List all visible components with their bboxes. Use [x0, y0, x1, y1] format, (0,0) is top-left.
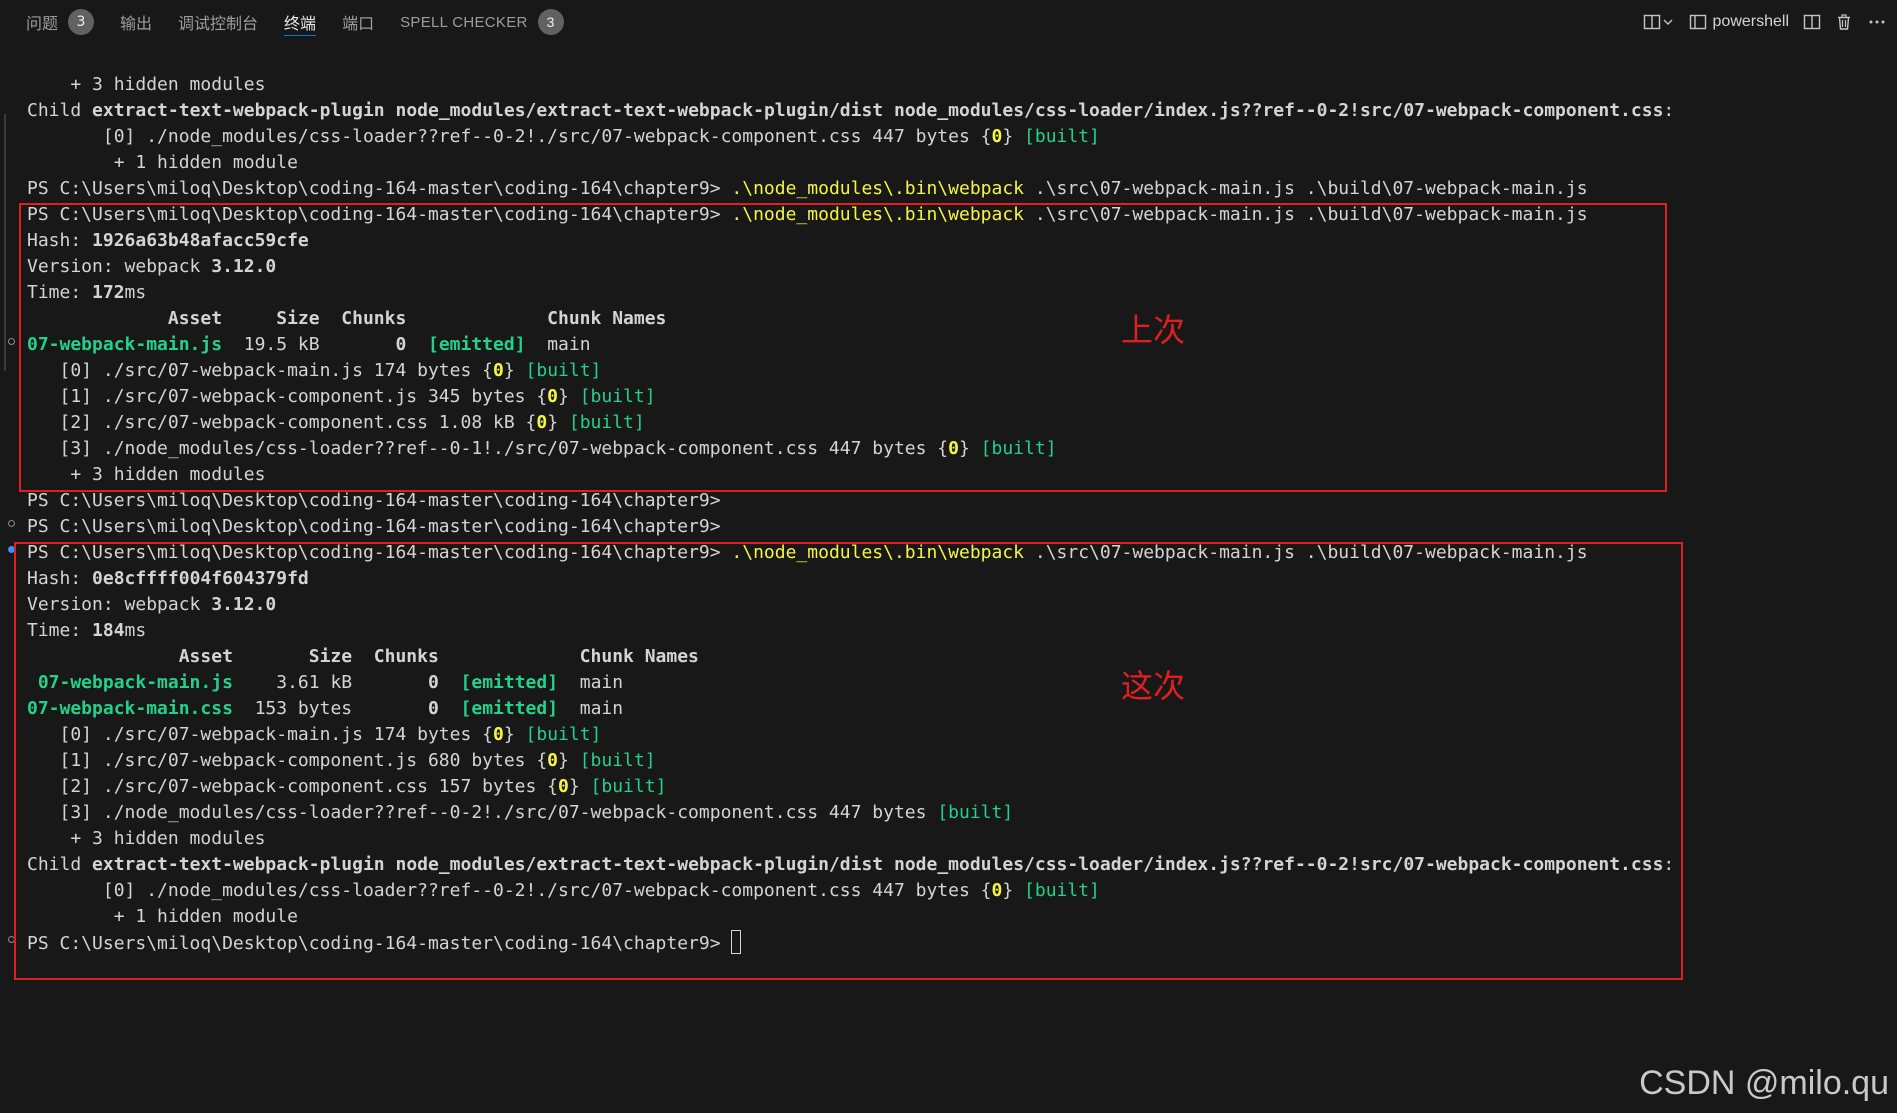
terminal-text-segment: PS C:\Users\miloq\Desktop\coding-164-mas…: [27, 178, 732, 199]
scrollback-marker: [4, 114, 6, 371]
terminal-line: PS C:\Users\miloq\Desktop\coding-164-mas…: [27, 514, 1674, 540]
tab-terminal[interactable]: 终端: [284, 0, 317, 44]
current-run-label: 这次: [1121, 667, 1186, 705]
terminal-line: + 3 hidden modules: [27, 72, 1674, 98]
terminal-text-segment: [0] ./node_modules/css-loader??ref--0-2!…: [27, 126, 992, 147]
tab-ports-label: 端口: [342, 14, 375, 33]
tab-debug-console[interactable]: 调试控制台: [178, 0, 258, 44]
panel-tab-bar: 问题 3 输出 调试控制台 终端 端口 SPELL CHECKER 3 powe…: [0, 0, 1897, 44]
tab-terminal-label: 终端: [284, 14, 317, 33]
tab-spell-checker[interactable]: SPELL CHECKER 3: [400, 0, 564, 44]
command-decoration-icon: [8, 520, 15, 527]
terminal-text-segment: .\src\07-webpack-main.js .\build\07-webp…: [1024, 178, 1588, 199]
problems-count-badge: 3: [68, 9, 95, 35]
tab-output[interactable]: 输出: [120, 0, 152, 44]
terminal-text-segment: + 1 hidden module: [27, 152, 298, 173]
tab-problems-label: 问题: [26, 14, 59, 33]
terminal-text-segment: :: [1663, 100, 1675, 121]
previous-run-label: 上次: [1121, 311, 1186, 349]
split-terminal-button[interactable]: [1803, 13, 1821, 31]
tab-problems[interactable]: 问题 3: [26, 0, 95, 44]
terminal-text-segment: + 3 hidden modules: [27, 74, 266, 95]
terminal-text-segment: .\node_modules\.bin\webpack: [731, 178, 1025, 199]
terminal-text-segment: Child: [27, 100, 93, 121]
tab-spell-checker-label: SPELL CHECKER: [400, 13, 528, 31]
terminal-area[interactable]: + 3 hidden modules Child extract-text-web…: [0, 44, 1897, 1113]
split-terminal-icon: [1803, 13, 1821, 31]
watermark: CSDN @milo.qu: [1639, 1064, 1889, 1102]
tab-ports[interactable]: 端口: [342, 0, 374, 44]
trash-icon: [1835, 13, 1853, 31]
split-panel-icon: [1643, 13, 1661, 31]
terminal-text-segment: [built]: [1024, 126, 1100, 147]
ellipsis-icon: [1867, 13, 1887, 31]
panel-actions: powershell: [1643, 0, 1887, 44]
terminal-text-segment: extract-text-webpack-plugin: [92, 100, 385, 121]
command-decoration-icon: [8, 338, 15, 345]
terminal-icon: [1689, 13, 1707, 31]
terminal-text-segment: }: [1002, 126, 1025, 147]
terminal-line: [0] ./node_modules/css-loader??ref--0-2!…: [27, 124, 1674, 150]
current-run-highlight-box: [14, 542, 1683, 980]
terminal-line: Child extract-text-webpack-plugin node_m…: [27, 98, 1674, 124]
terminal-text-segment: 0: [991, 126, 1003, 147]
more-actions-button[interactable]: [1867, 13, 1887, 31]
split-terminal-dropdown-button[interactable]: [1643, 13, 1675, 31]
terminal-line: PS C:\Users\miloq\Desktop\coding-164-mas…: [27, 176, 1674, 202]
spell-checker-count-badge: 3: [537, 9, 564, 35]
kill-terminal-button[interactable]: [1835, 13, 1853, 31]
terminal-instance-selector[interactable]: powershell: [1689, 13, 1789, 31]
tab-output-label: 输出: [120, 14, 153, 33]
terminal-text-segment: PS C:\Users\miloq\Desktop\coding-164-mas…: [27, 516, 721, 537]
previous-run-highlight-box: [19, 203, 1667, 492]
terminal-line: + 1 hidden module: [27, 150, 1674, 176]
chevron-down-icon: [1661, 15, 1675, 29]
tab-debug-console-label: 调试控制台: [178, 14, 259, 33]
terminal-text-segment: node_modules/extract-text-webpack-plugin…: [395, 100, 1664, 121]
terminal-text-segment: PS C:\Users\miloq\Desktop\coding-164-mas…: [27, 490, 721, 511]
shell-name: powershell: [1712, 13, 1789, 30]
